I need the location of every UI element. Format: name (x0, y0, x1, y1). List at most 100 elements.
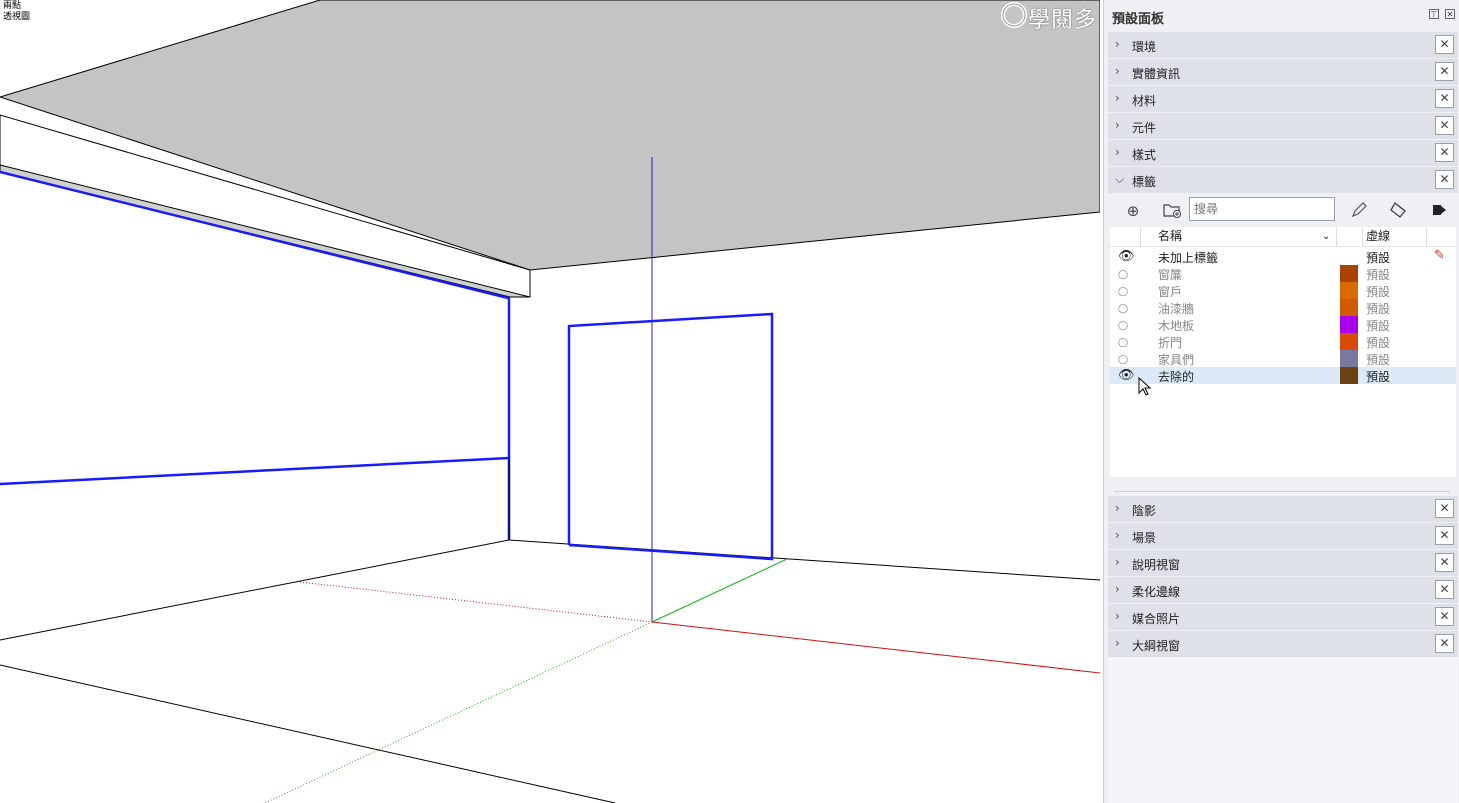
tag-name[interactable]: 木地板 (1158, 317, 1194, 334)
floor-edge-front (0, 664, 616, 803)
tag-row[interactable]: ◯ 木地板 預設 (1110, 316, 1456, 333)
column-header-dash[interactable]: 虛線 (1366, 227, 1390, 246)
doorway-outline (567, 312, 774, 561)
tag-color-swatch[interactable] (1340, 282, 1358, 299)
panel-label: 柔化邊線 (1132, 585, 1181, 599)
panel-label: 元件 (1132, 121, 1157, 135)
panel-close-icon[interactable]: ✕ (1435, 499, 1454, 518)
chevron-down-icon[interactable]: ⌄ (1322, 227, 1330, 246)
chevron-right-icon: › (1115, 636, 1120, 650)
eye-hidden-icon[interactable]: ◯ (1118, 285, 1128, 300)
paint-icon[interactable] (1348, 201, 1370, 221)
panel-row[interactable]: › 大綱視窗 ✕ (1108, 631, 1458, 657)
eye-hidden-icon[interactable]: ◯ (1118, 319, 1128, 334)
panel-close-icon[interactable]: ✕ (1435, 89, 1454, 108)
tag-row[interactable]: ◯ 窗簾 預設 (1110, 265, 1456, 282)
panel-label: 材料 (1132, 94, 1157, 108)
tag-dash[interactable]: 預設 (1366, 368, 1390, 385)
tag-color-swatch[interactable] (1340, 367, 1358, 384)
panel-row[interactable]: › 場景 ✕ (1108, 523, 1458, 549)
tag-dash[interactable]: 預設 (1366, 317, 1390, 334)
tag-dash[interactable]: 預設 (1366, 283, 1390, 300)
panel-close-icon[interactable]: ✕ (1435, 634, 1454, 653)
panel-row[interactable]: › 樣式 ✕ (1108, 140, 1458, 166)
tag-row[interactable]: ◯ 油漆牆 預設 (1110, 299, 1456, 316)
panel-close-icon[interactable]: ✕ (1435, 143, 1454, 162)
panel-row[interactable]: › 環境 ✕ (1108, 32, 1458, 58)
panel-row[interactable]: › 說明視窗 ✕ (1108, 550, 1458, 576)
tag-dash[interactable]: 預設 (1366, 334, 1390, 351)
eye-visible-icon[interactable]: 👁 (1118, 368, 1135, 383)
panel-close-icon[interactable]: ✕ (1435, 526, 1454, 545)
tray-divider (1114, 491, 1450, 492)
watermark-logo-icon (1001, 2, 1027, 28)
panel-row[interactable]: › 元件 ✕ (1108, 113, 1458, 139)
panel-row[interactable]: › 陰影 ✕ (1108, 496, 1458, 522)
tag-dash[interactable]: 預設 (1366, 351, 1390, 368)
tag-row[interactable]: ◯ 家具們 預設 (1110, 350, 1456, 367)
tag-dash[interactable]: 預設 (1366, 300, 1390, 317)
chevron-right-icon: › (1115, 528, 1120, 542)
panel-close-icon[interactable]: ✕ (1435, 35, 1454, 54)
red-axis-negative (299, 581, 653, 623)
tag-color-swatch[interactable] (1340, 265, 1358, 282)
eye-hidden-icon[interactable]: ◯ (1118, 336, 1128, 351)
panel-close-icon[interactable]: ✕ (1435, 607, 1454, 626)
panel-row[interactable]: › 媒合照片 ✕ (1108, 604, 1458, 630)
tag-name[interactable]: 家具們 (1158, 351, 1194, 368)
tag-color-swatch[interactable] (1340, 350, 1358, 367)
red-axis (651, 621, 1100, 674)
model-viewport[interactable]: 兩點 透視圖 學閱多 LEARN AND VIEW (0, 0, 1100, 803)
tray-title: 預設面板 (1112, 12, 1165, 27)
tag-color-swatch[interactable] (1340, 316, 1358, 333)
tag-row[interactable]: 👁 未加上標籤 預設 ✎ (1110, 248, 1456, 265)
tag-search-input[interactable] (1189, 197, 1335, 221)
panel-label: 大綱視窗 (1132, 639, 1181, 653)
floor-edge-left (0, 539, 510, 641)
tray-header: 預設面板 ⊤ ✕ (1104, 0, 1459, 30)
scene-drawing (0, 0, 1100, 803)
chevron-right-icon: › (1115, 145, 1120, 159)
chevron-right-icon: › (1115, 582, 1120, 596)
eye-hidden-icon[interactable]: ◯ (1118, 353, 1128, 368)
panel-row[interactable]: › 實體資訊 ✕ (1108, 59, 1458, 85)
eye-hidden-icon[interactable]: ◯ (1118, 268, 1128, 283)
tag-row[interactable]: ◯ 窗戶 預設 (1110, 282, 1456, 299)
panel-close-icon[interactable]: ✕ (1435, 116, 1454, 135)
watermark-logo: 學閱多 LEARN AND VIEW (1000, 0, 1100, 34)
column-header-name[interactable]: 名稱 (1158, 227, 1182, 246)
panel-close-icon[interactable]: ✕ (1435, 170, 1454, 189)
add-folder-icon[interactable] (1161, 201, 1183, 221)
panel-label: 媒合照片 (1132, 612, 1181, 626)
eye-visible-icon[interactable]: 👁 (1118, 249, 1135, 264)
panel-label: 標籤 (1132, 175, 1157, 189)
details-icon[interactable] (1428, 201, 1450, 221)
panel-row[interactable]: › 柔化邊線 ✕ (1108, 577, 1458, 603)
green-axis-negative (264, 621, 653, 803)
tag-dash[interactable]: 預設 (1366, 266, 1390, 283)
panel-row[interactable]: › 材料 ✕ (1108, 86, 1458, 112)
chevron-right-icon: › (1115, 118, 1120, 132)
close-icon[interactable]: ✕ (1445, 9, 1455, 19)
tag-name[interactable]: 折門 (1158, 334, 1182, 351)
add-tag-icon[interactable]: ⊕ (1122, 201, 1144, 221)
panel-row[interactable]: ⌵ 標籤 ✕ (1108, 167, 1458, 193)
panel-close-icon[interactable]: ✕ (1435, 580, 1454, 599)
chevron-right-icon: › (1115, 609, 1120, 623)
tag-row[interactable]: 👁 去除的 預設 (1110, 367, 1456, 384)
tag-row[interactable]: ◯ 折門 預設 (1110, 333, 1456, 350)
tag-dash[interactable]: 預設 (1366, 249, 1390, 266)
panel-close-icon[interactable]: ✕ (1435, 553, 1454, 572)
tag-name[interactable]: 未加上標籤 (1158, 249, 1218, 266)
panel-close-icon[interactable]: ✕ (1435, 62, 1454, 81)
blue-edge-left (0, 456, 510, 486)
pin-icon[interactable]: ⊤ (1429, 9, 1439, 19)
tag-color-swatch[interactable] (1340, 299, 1358, 316)
tag-name[interactable]: 窗簾 (1158, 266, 1182, 283)
tag-color-swatch[interactable] (1340, 333, 1358, 350)
tag-name[interactable]: 去除的 (1158, 368, 1194, 385)
eye-hidden-icon[interactable]: ◯ (1118, 302, 1128, 317)
color-by-tag-icon[interactable] (1388, 201, 1410, 221)
tag-name[interactable]: 窗戶 (1158, 283, 1182, 300)
tag-name[interactable]: 油漆牆 (1158, 300, 1194, 317)
